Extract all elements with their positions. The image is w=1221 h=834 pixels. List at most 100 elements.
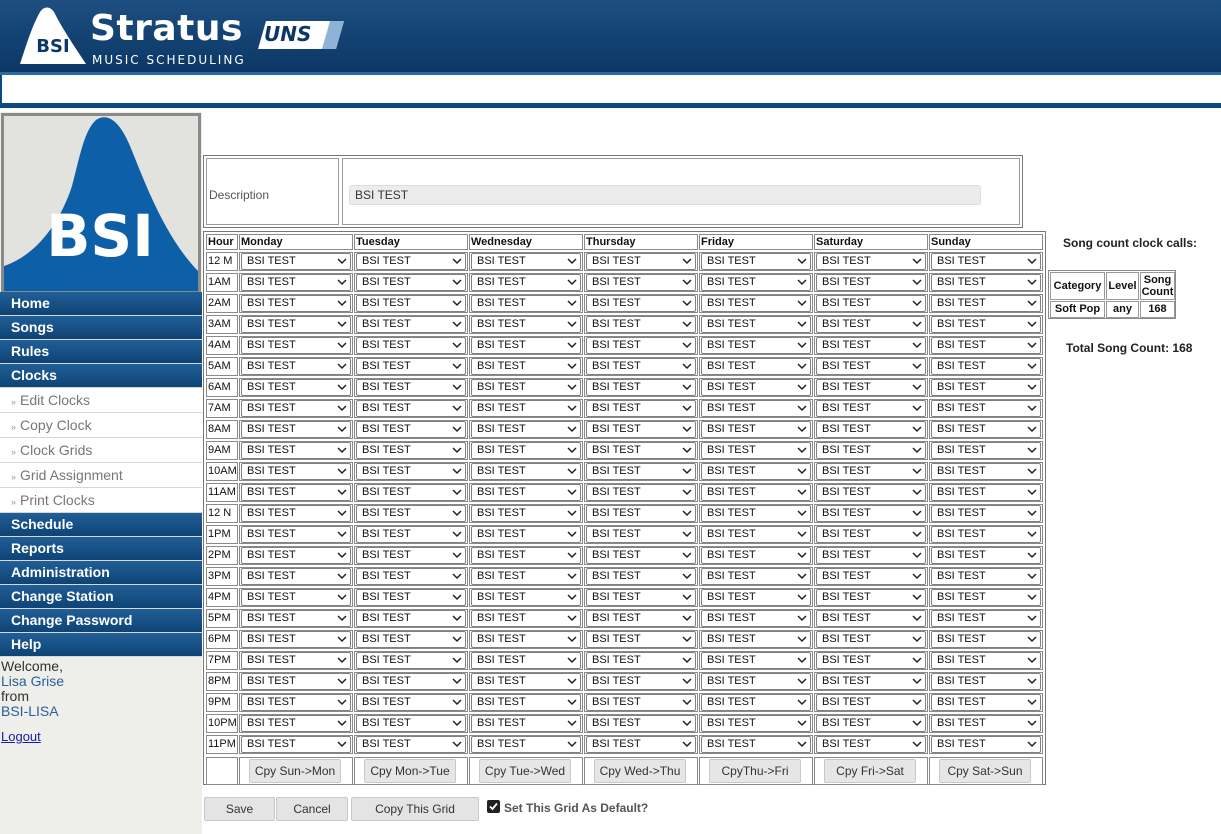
clock-select-thursday[interactable]: BSI TEST [586,358,696,375]
clock-select-saturday[interactable]: BSI TEST [816,610,926,627]
clock-select-tuesday[interactable]: BSI TEST [356,610,466,627]
clock-select-friday[interactable]: BSI TEST [701,673,811,690]
clock-select-wednesday[interactable]: BSI TEST [471,736,581,753]
clock-select-saturday[interactable]: BSI TEST [816,547,926,564]
clock-select-saturday[interactable]: BSI TEST [816,463,926,480]
clock-select-friday[interactable]: BSI TEST [701,442,811,459]
clock-select-thursday[interactable]: BSI TEST [586,484,696,501]
clock-select-sunday[interactable]: BSI TEST [931,463,1041,480]
clock-select-friday[interactable]: BSI TEST [701,274,811,291]
clock-select-friday[interactable]: BSI TEST [701,610,811,627]
clock-select-tuesday[interactable]: BSI TEST [356,379,466,396]
clock-select-monday[interactable]: BSI TEST [241,715,351,732]
clock-select-saturday[interactable]: BSI TEST [816,673,926,690]
nav-change-password[interactable]: Change Password [0,609,202,633]
nav-copy-clock[interactable]: » Copy Clock [0,413,202,438]
clock-select-sunday[interactable]: BSI TEST [931,568,1041,585]
clock-select-thursday[interactable]: BSI TEST [586,316,696,333]
clock-select-saturday[interactable]: BSI TEST [816,253,926,270]
clock-select-friday[interactable]: BSI TEST [701,547,811,564]
clock-select-thursday[interactable]: BSI TEST [586,274,696,291]
copy-day-button[interactable]: Cpy Mon->Tue [364,759,456,783]
clock-select-thursday[interactable]: BSI TEST [586,736,696,753]
clock-select-friday[interactable]: BSI TEST [701,253,811,270]
nav-print-clocks[interactable]: » Print Clocks [0,488,202,513]
clock-select-friday[interactable]: BSI TEST [701,358,811,375]
clock-select-tuesday[interactable]: BSI TEST [356,589,466,606]
clock-select-sunday[interactable]: BSI TEST [931,400,1041,417]
clock-select-sunday[interactable]: BSI TEST [931,337,1041,354]
clock-select-wednesday[interactable]: BSI TEST [471,400,581,417]
clock-select-thursday[interactable]: BSI TEST [586,337,696,354]
clock-select-sunday[interactable]: BSI TEST [931,673,1041,690]
copy-day-button[interactable]: Cpy Tue->Wed [479,759,571,783]
clock-select-saturday[interactable]: BSI TEST [816,379,926,396]
clock-select-monday[interactable]: BSI TEST [241,253,351,270]
clock-select-saturday[interactable]: BSI TEST [816,274,926,291]
clock-select-sunday[interactable]: BSI TEST [931,274,1041,291]
clock-select-monday[interactable]: BSI TEST [241,463,351,480]
clock-select-saturday[interactable]: BSI TEST [816,631,926,648]
clock-select-monday[interactable]: BSI TEST [241,736,351,753]
clock-select-tuesday[interactable]: BSI TEST [356,484,466,501]
clock-select-thursday[interactable]: BSI TEST [586,400,696,417]
clock-select-thursday[interactable]: BSI TEST [586,421,696,438]
clock-select-wednesday[interactable]: BSI TEST [471,253,581,270]
clock-select-thursday[interactable]: BSI TEST [586,631,696,648]
default-grid-checkbox[interactable] [487,800,500,813]
clock-select-monday[interactable]: BSI TEST [241,589,351,606]
clock-select-thursday[interactable]: BSI TEST [586,652,696,669]
clock-select-thursday[interactable]: BSI TEST [586,526,696,543]
nav-administration[interactable]: Administration [0,561,202,585]
clock-select-sunday[interactable]: BSI TEST [931,631,1041,648]
clock-select-monday[interactable]: BSI TEST [241,295,351,312]
clock-select-friday[interactable]: BSI TEST [701,736,811,753]
clock-select-thursday[interactable]: BSI TEST [586,463,696,480]
clock-select-wednesday[interactable]: BSI TEST [471,379,581,396]
clock-select-friday[interactable]: BSI TEST [701,526,811,543]
clock-select-wednesday[interactable]: BSI TEST [471,547,581,564]
nav-songs[interactable]: Songs [0,316,202,340]
clock-select-sunday[interactable]: BSI TEST [931,589,1041,606]
clock-select-tuesday[interactable]: BSI TEST [356,463,466,480]
nav-clocks[interactable]: Clocks [0,364,202,388]
nav-help[interactable]: Help [0,633,202,657]
clock-select-friday[interactable]: BSI TEST [701,631,811,648]
clock-select-tuesday[interactable]: BSI TEST [356,736,466,753]
clock-select-saturday[interactable]: BSI TEST [816,715,926,732]
clock-select-monday[interactable]: BSI TEST [241,505,351,522]
clock-select-wednesday[interactable]: BSI TEST [471,589,581,606]
clock-select-saturday[interactable]: BSI TEST [816,358,926,375]
clock-select-wednesday[interactable]: BSI TEST [471,652,581,669]
clock-select-wednesday[interactable]: BSI TEST [471,463,581,480]
clock-select-sunday[interactable]: BSI TEST [931,379,1041,396]
clock-select-thursday[interactable]: BSI TEST [586,694,696,711]
clock-select-tuesday[interactable]: BSI TEST [356,274,466,291]
clock-select-monday[interactable]: BSI TEST [241,421,351,438]
clock-select-wednesday[interactable]: BSI TEST [471,421,581,438]
nav-rules[interactable]: Rules [0,340,202,364]
clock-select-saturday[interactable]: BSI TEST [816,316,926,333]
clock-select-sunday[interactable]: BSI TEST [931,358,1041,375]
clock-select-sunday[interactable]: BSI TEST [931,526,1041,543]
clock-select-saturday[interactable]: BSI TEST [816,568,926,585]
clock-select-sunday[interactable]: BSI TEST [931,736,1041,753]
clock-select-saturday[interactable]: BSI TEST [816,736,926,753]
clock-select-thursday[interactable]: BSI TEST [586,715,696,732]
clock-select-tuesday[interactable]: BSI TEST [356,526,466,543]
clock-select-friday[interactable]: BSI TEST [701,652,811,669]
clock-select-monday[interactable]: BSI TEST [241,547,351,564]
clock-select-saturday[interactable]: BSI TEST [816,400,926,417]
nav-reports[interactable]: Reports [0,537,202,561]
clock-select-sunday[interactable]: BSI TEST [931,694,1041,711]
clock-select-wednesday[interactable]: BSI TEST [471,505,581,522]
clock-select-saturday[interactable]: BSI TEST [816,442,926,459]
clock-select-tuesday[interactable]: BSI TEST [356,316,466,333]
clock-select-thursday[interactable]: BSI TEST [586,610,696,627]
clock-select-friday[interactable]: BSI TEST [701,694,811,711]
nav-clock-grids[interactable]: » Clock Grids [0,438,202,463]
clock-select-wednesday[interactable]: BSI TEST [471,316,581,333]
clock-select-sunday[interactable]: BSI TEST [931,505,1041,522]
clock-select-wednesday[interactable]: BSI TEST [471,694,581,711]
clock-select-monday[interactable]: BSI TEST [241,526,351,543]
